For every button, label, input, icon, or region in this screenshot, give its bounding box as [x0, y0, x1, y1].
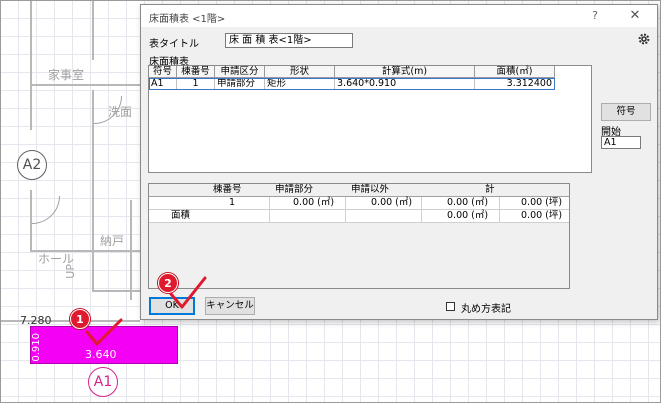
- summary-header-apply: 申請部分: [275, 184, 314, 195]
- summary-header: 棟番号 申請部分 申請以外 計: [149, 184, 569, 197]
- summary-apply: 0.00 (㎡): [293, 197, 335, 208]
- summary-total-m2: 0.00 (㎡): [447, 210, 489, 221]
- start-input[interactable]: A1: [601, 136, 641, 149]
- column-header[interactable]: 棟番号: [177, 66, 215, 78]
- cell-area: 3.312400: [475, 78, 555, 90]
- summary-total-m2: 0.00 (㎡): [447, 197, 489, 208]
- checkmark-icon: [85, 318, 123, 346]
- table-title-label: 表タイトル: [149, 39, 199, 50]
- column-divider: [345, 197, 346, 223]
- floor-area-dialog: 床面積表 <1階> ? ✕ 表タイトル 床 面 積 表<1階> 床面積表 符号 …: [140, 4, 658, 320]
- summary-area-label: 面積: [171, 210, 191, 221]
- wall: [92, 0, 94, 60]
- column-header[interactable]: 形状: [265, 66, 335, 78]
- summary-other: 0.00 (㎡): [371, 197, 413, 208]
- step-number: 1: [76, 312, 84, 326]
- door-swing: [32, 196, 60, 224]
- room-label-up: UP: [64, 264, 77, 279]
- gear-icon[interactable]: [637, 32, 651, 46]
- round-label: 丸め方表記: [461, 304, 511, 315]
- column-divider: [269, 197, 270, 223]
- summary-header-other: 申請以外: [351, 184, 390, 195]
- column-divider: [499, 197, 500, 223]
- code-button[interactable]: 符号: [601, 103, 651, 121]
- cell-shape: 矩形: [265, 78, 335, 90]
- summary-row[interactable]: 1 0.00 (㎡) 0.00 (㎡) 0.00 (㎡) 0.00 (坪): [149, 197, 569, 210]
- cell-building: 1: [177, 78, 215, 90]
- wall: [30, 0, 32, 130]
- room-label-kaji: 家事室: [48, 68, 85, 82]
- cell-category: 申請部分: [215, 78, 265, 90]
- rect-width-label: 3.640: [85, 348, 117, 361]
- axis-label: A1: [93, 374, 113, 390]
- round-checkbox[interactable]: [446, 302, 455, 311]
- cancel-button[interactable]: キャンセル: [205, 297, 255, 315]
- summary-total-tsubo: 0.00 (坪): [521, 197, 563, 208]
- summary-table[interactable]: 棟番号 申請部分 申請以外 計 1 0.00 (㎡) 0.00 (㎡) 0.00…: [148, 183, 570, 289]
- floor-area-table[interactable]: 符号 棟番号 申請区分 形状 計算式(m) 面積(㎡) A1 1 申請部分 矩形…: [148, 65, 592, 173]
- table-row[interactable]: A1 1 申請部分 矩形 3.640*0.910 3.312400: [149, 78, 555, 90]
- axis-marker-a1: A1: [88, 367, 118, 397]
- wall: [92, 290, 140, 292]
- column-header[interactable]: 申請区分: [215, 66, 265, 78]
- room-label-senmen: 洗面: [108, 105, 133, 119]
- summary-header-building: 棟番号: [213, 184, 242, 195]
- room-label-nando: 納戸: [100, 234, 125, 248]
- title-bar[interactable]: 床面積表 <1階> ? ✕: [141, 5, 657, 27]
- help-icon[interactable]: ?: [587, 9, 603, 23]
- table-header: 符号 棟番号 申請区分 形状 計算式(m) 面積(㎡): [149, 66, 555, 78]
- dialog-title: 床面積表 <1階>: [149, 14, 226, 25]
- column-divider: [421, 197, 422, 223]
- close-icon[interactable]: ✕: [627, 8, 643, 24]
- summary-row[interactable]: 面積 0.00 (㎡) 0.00 (坪): [149, 210, 569, 223]
- wall: [30, 84, 140, 86]
- cell-formula: 3.640*0.910: [335, 78, 475, 90]
- column-header[interactable]: 面積(㎡): [475, 66, 555, 78]
- column-header[interactable]: 計算式(m): [335, 66, 475, 78]
- rect-height-label: 0.910: [31, 333, 42, 362]
- axis-marker-a2: A2: [17, 150, 47, 180]
- axis-label: A2: [22, 157, 42, 173]
- summary-total-tsubo: 0.00 (坪): [521, 210, 563, 221]
- cell-code: A1: [149, 78, 177, 90]
- table-title-input[interactable]: 床 面 積 表<1階>: [225, 33, 353, 48]
- checkmark-icon: [169, 276, 207, 309]
- summary-header-total: 計: [485, 184, 495, 195]
- column-header[interactable]: 符号: [149, 66, 177, 78]
- summary-building: 1: [229, 197, 236, 208]
